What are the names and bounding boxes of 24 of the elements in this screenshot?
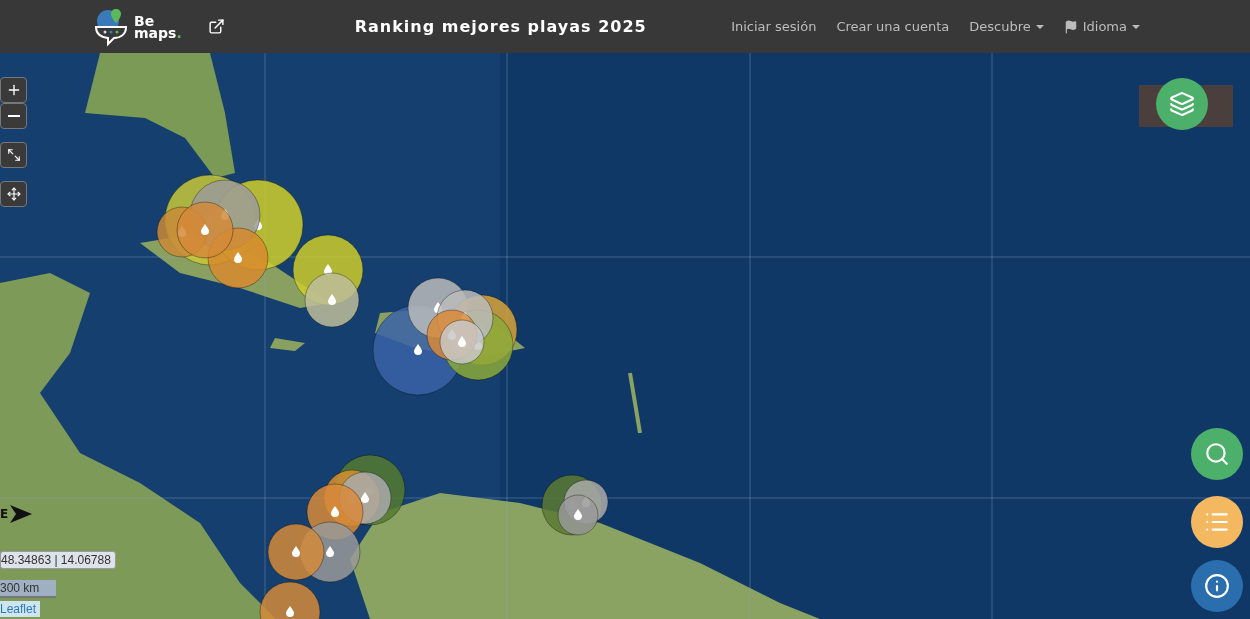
nav-link[interactable]: Iniciar sesión [731, 19, 817, 34]
logo-icon [94, 6, 130, 47]
nav-link[interactable]: Descubre [969, 19, 1044, 34]
external-link-icon[interactable] [207, 18, 225, 35]
search-icon [1204, 441, 1230, 467]
layers-icon [1169, 91, 1195, 117]
zoom-in-button[interactable] [0, 77, 27, 103]
info-icon [1204, 573, 1230, 599]
minus-icon [7, 115, 20, 117]
compass-letter: E [0, 507, 9, 521]
nav-link[interactable]: Crear una cuenta [836, 19, 950, 34]
nav-link[interactable]: Idioma [1063, 19, 1140, 34]
expand-icon [6, 187, 21, 201]
flag-icon [1063, 19, 1078, 34]
zoom-out-button[interactable] [0, 103, 27, 129]
coordinates-label: 48.34863 | 14.06788 [0, 551, 116, 569]
caret-icon [1035, 24, 1044, 29]
expand-button[interactable] [0, 181, 27, 207]
fullscreen-button[interactable] [0, 142, 27, 168]
caret-icon [1132, 24, 1140, 29]
fullscreen-icon [6, 148, 21, 162]
page-title: Ranking mejores playas 2025 [354, 17, 647, 36]
scale-bar: 300 km [0, 580, 56, 598]
attribution-link[interactable]: Leaflet [0, 601, 41, 617]
